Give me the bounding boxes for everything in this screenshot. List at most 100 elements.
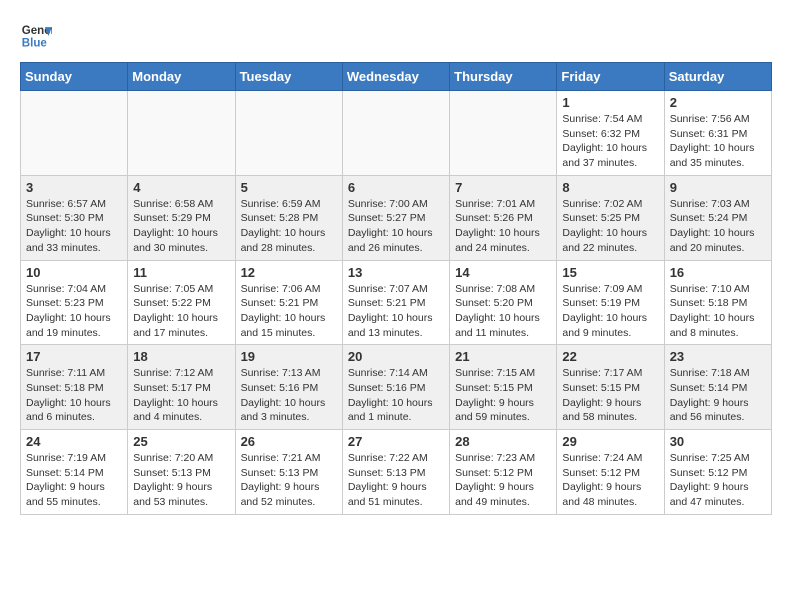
day-info: Sunrise: 7:24 AMSunset: 5:12 PMDaylight:… bbox=[562, 451, 658, 510]
calendar-day-20: 20 Sunrise: 7:14 AMSunset: 5:16 PMDayligh… bbox=[342, 345, 449, 430]
day-info: Sunrise: 7:56 AMSunset: 6:31 PMDaylight:… bbox=[670, 112, 766, 171]
calendar-day-empty bbox=[235, 91, 342, 176]
day-info: Sunrise: 7:03 AMSunset: 5:24 PMDaylight:… bbox=[670, 197, 766, 256]
calendar-day-30: 30 Sunrise: 7:25 AMSunset: 5:12 PMDayligh… bbox=[664, 430, 771, 515]
calendar-day-22: 22 Sunrise: 7:17 AMSunset: 5:15 PMDayligh… bbox=[557, 345, 664, 430]
day-info: Sunrise: 7:00 AMSunset: 5:27 PMDaylight:… bbox=[348, 197, 444, 256]
day-number: 20 bbox=[348, 349, 444, 364]
calendar-week-2: 3 Sunrise: 6:57 AMSunset: 5:30 PMDaylight… bbox=[21, 175, 772, 260]
day-number: 6 bbox=[348, 180, 444, 195]
day-info: Sunrise: 7:11 AMSunset: 5:18 PMDaylight:… bbox=[26, 366, 122, 425]
day-info: Sunrise: 7:06 AMSunset: 5:21 PMDaylight:… bbox=[241, 282, 337, 341]
day-number: 9 bbox=[670, 180, 766, 195]
calendar-day-empty bbox=[342, 91, 449, 176]
day-info: Sunrise: 7:20 AMSunset: 5:13 PMDaylight:… bbox=[133, 451, 229, 510]
day-number: 22 bbox=[562, 349, 658, 364]
calendar-header-sunday: Sunday bbox=[21, 63, 128, 91]
day-info: Sunrise: 7:10 AMSunset: 5:18 PMDaylight:… bbox=[670, 282, 766, 341]
day-info: Sunrise: 7:05 AMSunset: 5:22 PMDaylight:… bbox=[133, 282, 229, 341]
day-info: Sunrise: 7:02 AMSunset: 5:25 PMDaylight:… bbox=[562, 197, 658, 256]
day-info: Sunrise: 7:22 AMSunset: 5:13 PMDaylight:… bbox=[348, 451, 444, 510]
day-number: 13 bbox=[348, 265, 444, 280]
calendar-header-saturday: Saturday bbox=[664, 63, 771, 91]
day-info: Sunrise: 6:58 AMSunset: 5:29 PMDaylight:… bbox=[133, 197, 229, 256]
day-info: Sunrise: 7:12 AMSunset: 5:17 PMDaylight:… bbox=[133, 366, 229, 425]
logo-icon: General Blue bbox=[20, 20, 52, 52]
calendar-day-15: 15 Sunrise: 7:09 AMSunset: 5:19 PMDayligh… bbox=[557, 260, 664, 345]
calendar-day-empty bbox=[128, 91, 235, 176]
calendar-day-6: 6 Sunrise: 7:00 AMSunset: 5:27 PMDaylight… bbox=[342, 175, 449, 260]
calendar-day-11: 11 Sunrise: 7:05 AMSunset: 5:22 PMDayligh… bbox=[128, 260, 235, 345]
calendar-table: SundayMondayTuesdayWednesdayThursdayFrid… bbox=[20, 62, 772, 515]
calendar-day-2: 2 Sunrise: 7:56 AMSunset: 6:31 PMDaylight… bbox=[664, 91, 771, 176]
day-number: 11 bbox=[133, 265, 229, 280]
calendar-day-24: 24 Sunrise: 7:19 AMSunset: 5:14 PMDayligh… bbox=[21, 430, 128, 515]
day-info: Sunrise: 7:54 AMSunset: 6:32 PMDaylight:… bbox=[562, 112, 658, 171]
day-info: Sunrise: 7:07 AMSunset: 5:21 PMDaylight:… bbox=[348, 282, 444, 341]
calendar-day-10: 10 Sunrise: 7:04 AMSunset: 5:23 PMDayligh… bbox=[21, 260, 128, 345]
calendar-day-17: 17 Sunrise: 7:11 AMSunset: 5:18 PMDayligh… bbox=[21, 345, 128, 430]
day-number: 16 bbox=[670, 265, 766, 280]
day-number: 2 bbox=[670, 95, 766, 110]
calendar-week-4: 17 Sunrise: 7:11 AMSunset: 5:18 PMDayligh… bbox=[21, 345, 772, 430]
day-number: 1 bbox=[562, 95, 658, 110]
day-number: 27 bbox=[348, 434, 444, 449]
calendar-header-tuesday: Tuesday bbox=[235, 63, 342, 91]
svg-text:Blue: Blue bbox=[22, 38, 48, 50]
calendar-header-row: SundayMondayTuesdayWednesdayThursdayFrid… bbox=[21, 63, 772, 91]
day-number: 19 bbox=[241, 349, 337, 364]
day-info: Sunrise: 7:01 AMSunset: 5:26 PMDaylight:… bbox=[455, 197, 551, 256]
day-number: 26 bbox=[241, 434, 337, 449]
calendar-day-25: 25 Sunrise: 7:20 AMSunset: 5:13 PMDayligh… bbox=[128, 430, 235, 515]
calendar-day-3: 3 Sunrise: 6:57 AMSunset: 5:30 PMDaylight… bbox=[21, 175, 128, 260]
day-number: 30 bbox=[670, 434, 766, 449]
calendar-day-9: 9 Sunrise: 7:03 AMSunset: 5:24 PMDaylight… bbox=[664, 175, 771, 260]
calendar-header-monday: Monday bbox=[128, 63, 235, 91]
day-info: Sunrise: 7:25 AMSunset: 5:12 PMDaylight:… bbox=[670, 451, 766, 510]
calendar-day-12: 12Sunrise: 7:06 AMSunset: 5:21 PMDayligh… bbox=[235, 260, 342, 345]
day-info: Sunrise: 7:19 AMSunset: 5:14 PMDaylight:… bbox=[26, 451, 122, 510]
calendar-day-5: 5Sunrise: 6:59 AMSunset: 5:28 PMDaylight… bbox=[235, 175, 342, 260]
calendar-day-19: 19 Sunrise: 7:13 AMSunset: 5:16 PMDayligh… bbox=[235, 345, 342, 430]
day-number: 14 bbox=[455, 265, 551, 280]
calendar-day-1: 1 Sunrise: 7:54 AMSunset: 6:32 PMDaylight… bbox=[557, 91, 664, 176]
day-info: Sunrise: 6:57 AMSunset: 5:30 PMDaylight:… bbox=[26, 197, 122, 256]
day-number: 17 bbox=[26, 349, 122, 364]
day-number: 3 bbox=[26, 180, 122, 195]
calendar-day-4: 4 Sunrise: 6:58 AMSunset: 5:29 PMDaylight… bbox=[128, 175, 235, 260]
calendar-day-16: 16 Sunrise: 7:10 AMSunset: 5:18 PMDayligh… bbox=[664, 260, 771, 345]
calendar-day-8: 8 Sunrise: 7:02 AMSunset: 5:25 PMDaylight… bbox=[557, 175, 664, 260]
day-info: Sunrise: 7:09 AMSunset: 5:19 PMDaylight:… bbox=[562, 282, 658, 341]
day-number: 29 bbox=[562, 434, 658, 449]
calendar-day-18: 18 Sunrise: 7:12 AMSunset: 5:17 PMDayligh… bbox=[128, 345, 235, 430]
calendar-day-21: 21Sunrise: 7:15 AMSunset: 5:15 PMDayligh… bbox=[450, 345, 557, 430]
day-number: 21 bbox=[455, 349, 551, 364]
day-info: Sunrise: 7:08 AMSunset: 5:20 PMDaylight:… bbox=[455, 282, 551, 341]
calendar-day-7: 7Sunrise: 7:01 AMSunset: 5:26 PMDaylight… bbox=[450, 175, 557, 260]
day-info: Sunrise: 7:04 AMSunset: 5:23 PMDaylight:… bbox=[26, 282, 122, 341]
day-number: 18 bbox=[133, 349, 229, 364]
day-number: 15 bbox=[562, 265, 658, 280]
logo: General Blue bbox=[20, 20, 52, 52]
day-number: 8 bbox=[562, 180, 658, 195]
calendar-day-empty bbox=[21, 91, 128, 176]
day-number: 24 bbox=[26, 434, 122, 449]
calendar-week-5: 24 Sunrise: 7:19 AMSunset: 5:14 PMDayligh… bbox=[21, 430, 772, 515]
day-info: Sunrise: 7:13 AMSunset: 5:16 PMDaylight:… bbox=[241, 366, 337, 425]
calendar-day-28: 28Sunrise: 7:23 AMSunset: 5:12 PMDayligh… bbox=[450, 430, 557, 515]
day-number: 23 bbox=[670, 349, 766, 364]
day-number: 25 bbox=[133, 434, 229, 449]
calendar-day-27: 27 Sunrise: 7:22 AMSunset: 5:13 PMDayligh… bbox=[342, 430, 449, 515]
calendar-day-29: 29 Sunrise: 7:24 AMSunset: 5:12 PMDayligh… bbox=[557, 430, 664, 515]
day-number: 4 bbox=[133, 180, 229, 195]
calendar-day-empty bbox=[450, 91, 557, 176]
day-info: Sunrise: 7:14 AMSunset: 5:16 PMDaylight:… bbox=[348, 366, 444, 425]
calendar-header-wednesday: Wednesday bbox=[342, 63, 449, 91]
day-number: 10 bbox=[26, 265, 122, 280]
day-info: Sunrise: 7:17 AMSunset: 5:15 PMDaylight:… bbox=[562, 366, 658, 425]
calendar-day-26: 26Sunrise: 7:21 AMSunset: 5:13 PMDayligh… bbox=[235, 430, 342, 515]
day-number: 28 bbox=[455, 434, 551, 449]
calendar-day-23: 23Sunrise: 7:18 AMSunset: 5:14 PMDayligh… bbox=[664, 345, 771, 430]
calendar-week-1: 1 Sunrise: 7:54 AMSunset: 6:32 PMDaylight… bbox=[21, 91, 772, 176]
calendar-day-14: 14 Sunrise: 7:08 AMSunset: 5:20 PMDayligh… bbox=[450, 260, 557, 345]
